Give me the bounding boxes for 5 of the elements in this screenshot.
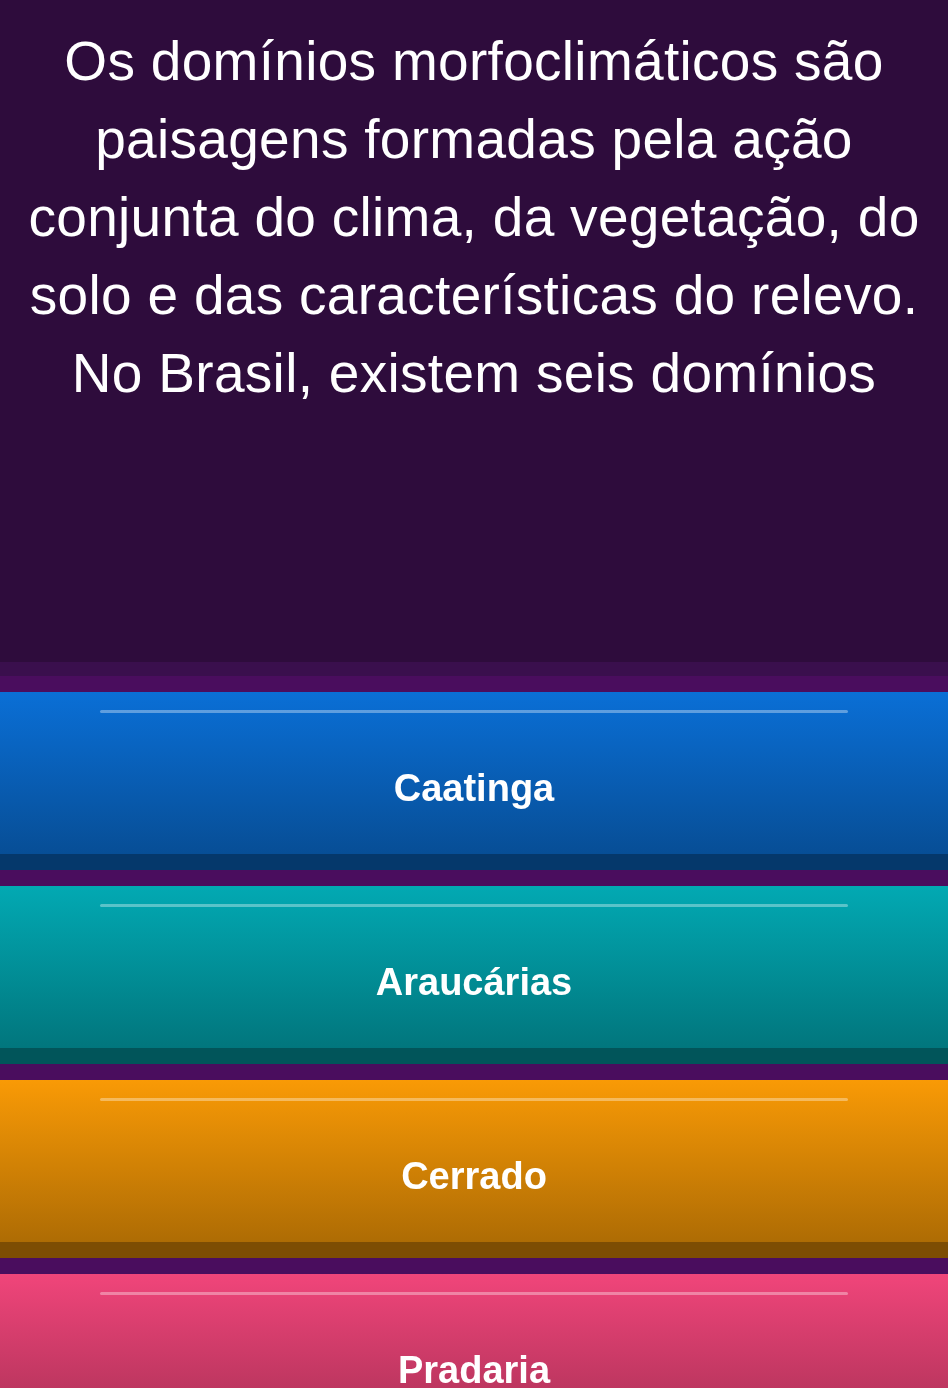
question-text: Os domínios morfoclimáticos são paisagens formadas pela ação conjunta do clima, da vegetação, do solo e das características do relevo. No Brasil, existem seis domínios	[27, 29, 921, 406]
answer-button[interactable]: Cerrado	[0, 1080, 948, 1258]
answer-button[interactable]: Araucárias	[0, 886, 948, 1064]
answer-button[interactable]: Pradaria	[0, 1274, 948, 1388]
answer-button[interactable]: Caatinga	[0, 692, 948, 870]
